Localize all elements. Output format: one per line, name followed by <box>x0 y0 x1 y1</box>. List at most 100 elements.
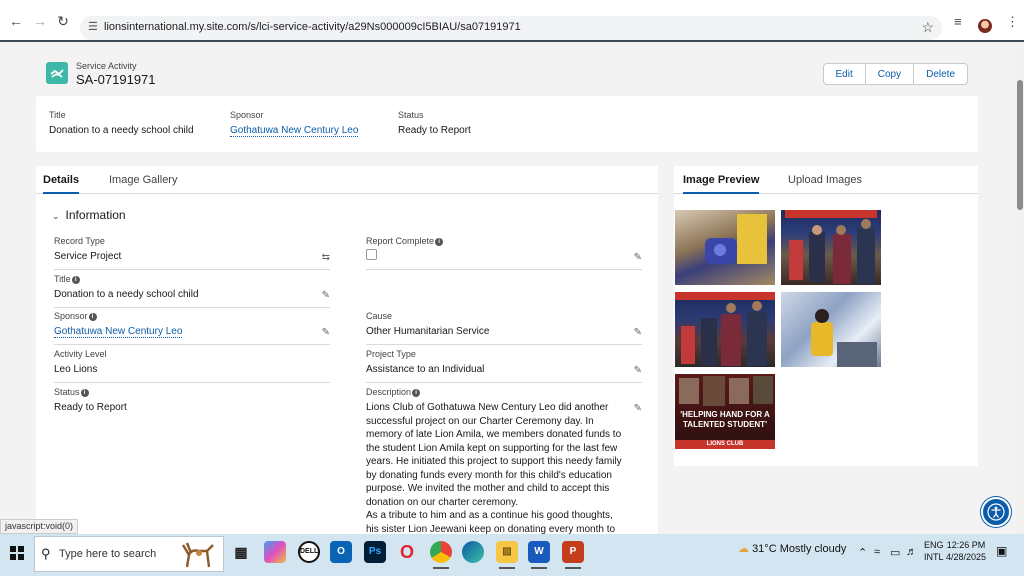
outlook-icon[interactable]: O <box>330 541 352 563</box>
service-activity-icon <box>46 62 68 84</box>
taskbar-weather[interactable]: ☁ 31°C Mostly cloudy <box>738 542 846 555</box>
task-view-icon[interactable]: ▦ <box>230 541 252 563</box>
info-icon[interactable]: i <box>412 388 421 397</box>
info-icon[interactable]: i <box>88 312 97 321</box>
highlight-sponsor-label: Sponsor <box>230 110 264 120</box>
accessibility-button[interactable] <box>981 497 1011 527</box>
field-label: Title <box>54 274 71 284</box>
highlight-status: Status Ready to Report <box>398 110 471 136</box>
field-value: Other Humanitarian Service <box>366 326 490 337</box>
divider <box>54 269 330 270</box>
field-project-type: Project Type Assistance to an Individual… <box>366 349 642 383</box>
field-cause: Cause Other Humanitarian Service ✎ <box>366 311 642 345</box>
input-language[interactable]: ENG INTL <box>924 539 944 563</box>
field-report-complete: Report Complete i ✎ <box>366 236 642 270</box>
gallery-image[interactable] <box>781 210 881 285</box>
menu-kebab-icon[interactable]: ⋮ <box>1006 14 1019 30</box>
field-label: Report Complete <box>366 236 435 246</box>
record-name: SA-07191971 <box>76 72 156 87</box>
accessibility-icon <box>987 503 1005 521</box>
gallery-image[interactable]: 'HELPING HAND FOR A TALENTED STUDENT' LI… <box>675 374 775 449</box>
info-icon[interactable]: i <box>71 275 80 284</box>
record-type-label: Service Activity <box>76 61 137 71</box>
image-card: Image Preview Upload Images 'HELPING HAN… <box>674 166 978 466</box>
tab-image-gallery[interactable]: Image Gallery <box>109 174 177 192</box>
detail-tabs: Details Image Gallery <box>36 166 658 194</box>
tab-details[interactable]: Details <box>43 174 80 194</box>
field-label: Record Type <box>54 236 105 246</box>
copilot-icon[interactable] <box>264 541 286 563</box>
pencil-edit-icon[interactable]: ✎ <box>634 327 642 338</box>
dell-icon[interactable]: DELL <box>298 541 320 563</box>
page-scrollbar[interactable] <box>1016 42 1024 534</box>
divider <box>366 344 642 345</box>
taskbar-clock[interactable]: 12:26 PM 4/28/2025 <box>946 539 986 563</box>
windows-taskbar: ⚲ Type here to search ▦ DELL O Ps O ▧ W … <box>0 534 1024 576</box>
profile-avatar[interactable] <box>978 19 992 33</box>
notifications-icon[interactable]: ▣ <box>996 544 1007 558</box>
clock-time: 12:26 PM <box>946 540 986 550</box>
information-section-toggle[interactable]: ⌄ Information <box>52 208 126 222</box>
photoshop-icon[interactable]: Ps <box>364 541 386 563</box>
weather-text: 31°C Mostly cloudy <box>752 543 847 555</box>
chrome-icon[interactable] <box>430 541 452 569</box>
highlight-title-label: Title <box>49 110 66 120</box>
image-tabs: Image Preview Upload Images <box>674 166 978 194</box>
copy-button[interactable]: Copy <box>865 64 915 84</box>
field-label: Cause <box>366 311 393 321</box>
gallery-image[interactable] <box>781 292 881 367</box>
battery-icon[interactable]: ▭ <box>890 546 900 559</box>
highlight-status-label: Status <box>398 110 424 120</box>
info-icon[interactable]: i <box>435 237 444 246</box>
tab-upload-images[interactable]: Upload Images <box>788 174 862 192</box>
change-record-type-icon[interactable]: ⇆ <box>322 252 330 263</box>
back-arrow-icon[interactable]: ← <box>8 13 24 29</box>
file-explorer-icon[interactable]: ▧ <box>496 541 518 569</box>
reload-icon[interactable]: ↻ <box>55 13 71 29</box>
edge-icon[interactable] <box>462 541 484 563</box>
tab-image-preview[interactable]: Image Preview <box>683 174 760 194</box>
edit-button[interactable]: Edit <box>823 64 866 84</box>
word-icon[interactable]: W <box>528 541 550 569</box>
highlights-panel: Title Donation to a needy school child S… <box>36 96 978 152</box>
field-activity-level: Activity Level Leo Lions <box>54 349 330 383</box>
powerpoint-icon[interactable]: P <box>562 541 584 569</box>
forward-arrow-icon[interactable]: → <box>32 13 48 29</box>
poster-title-line2: TALENTED STUDENT' <box>683 420 767 429</box>
field-label: Sponsor <box>54 311 88 321</box>
url-text[interactable]: lionsinternational.my.site.com/s/lci-ser… <box>104 21 521 33</box>
wifi-icon[interactable]: ≈ <box>874 546 880 558</box>
field-record-type: Record Type Service Project ⇆ <box>54 236 330 270</box>
partly-cloudy-icon: ☁ <box>738 543 749 555</box>
pencil-edit-icon[interactable]: ✎ <box>634 365 642 376</box>
volume-icon[interactable]: ♬ <box>906 546 917 558</box>
bookmark-star-icon[interactable]: ☆ <box>921 19 934 36</box>
search-highlight-deer-icon <box>181 542 214 568</box>
pencil-edit-icon[interactable]: ✎ <box>322 290 330 301</box>
highlight-sponsor-link[interactable]: Gothatuwa New Century Leo <box>230 125 359 137</box>
pencil-edit-icon[interactable]: ✎ <box>322 327 330 338</box>
pencil-edit-icon[interactable]: ✎ <box>634 252 642 263</box>
field-value: Assistance to an Individual <box>366 364 485 375</box>
windows-start-icon[interactable] <box>10 546 24 564</box>
delete-button[interactable]: Delete <box>914 64 967 84</box>
taskbar-search[interactable]: ⚲ Type here to search <box>34 536 224 572</box>
highlight-sponsor: Sponsor Gothatuwa New Century Leo <box>230 110 359 137</box>
field-title: Title i Donation to a needy school child … <box>54 274 330 308</box>
site-info-icon[interactable]: ☰ <box>88 20 98 33</box>
search-icon: ⚲ <box>41 546 51 561</box>
sponsor-link[interactable]: Gothatuwa New Century Leo <box>54 326 183 338</box>
gallery-image[interactable] <box>675 210 775 285</box>
report-complete-checkbox[interactable] <box>366 249 377 260</box>
info-icon[interactable]: i <box>80 388 89 397</box>
lang-line2: INTL <box>924 552 944 562</box>
show-hidden-icons-chevron-icon[interactable]: ⌃ <box>858 546 867 559</box>
page-content: Service Activity SA-07191971 Edit Copy D… <box>0 42 1016 534</box>
pencil-edit-icon[interactable]: ✎ <box>634 403 642 414</box>
status-bar-url: javascript:void(0) <box>0 519 79 534</box>
gallery-image[interactable] <box>675 292 775 367</box>
scrollbar-thumb[interactable] <box>1017 80 1023 210</box>
address-bar[interactable]: ☰ lionsinternational.my.site.com/s/lci-s… <box>80 16 942 40</box>
reading-list-icon[interactable]: ≡ <box>954 14 962 29</box>
opera-icon[interactable]: O <box>396 541 418 563</box>
